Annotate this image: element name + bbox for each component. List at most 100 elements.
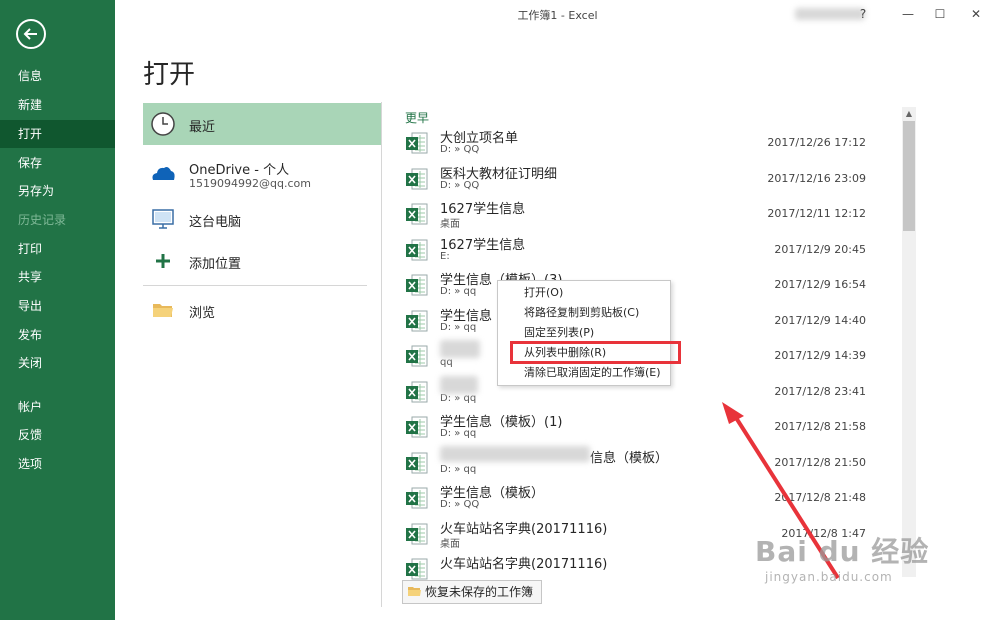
nav-open[interactable]: 打开 bbox=[0, 120, 115, 148]
recover-unsaved-button[interactable]: 恢复未保存的工作簿 bbox=[402, 580, 543, 604]
excel-file-icon bbox=[406, 239, 428, 260]
location-label: 添加位置 bbox=[189, 257, 242, 272]
excel-file-icon bbox=[406, 523, 428, 544]
nav-share[interactable]: 共享 bbox=[0, 263, 115, 291]
file-name: 信息（模板） bbox=[590, 450, 669, 466]
folder-icon bbox=[153, 304, 173, 317]
nav-feedback[interactable]: 反馈 bbox=[0, 421, 115, 449]
location-browse[interactable]: 浏览 bbox=[143, 289, 381, 331]
file-path: D: » qq bbox=[440, 392, 477, 404]
nav-new[interactable]: 新建 bbox=[0, 91, 115, 119]
excel-file-icon bbox=[406, 558, 428, 580]
excel-file-icon bbox=[406, 345, 428, 367]
recent-file-row[interactable]: 1627学生信息 桌面 2017/12/11 12:12 bbox=[400, 196, 894, 231]
excel-file-icon bbox=[406, 452, 428, 473]
location-sublabel: 1519094992@qq.com bbox=[189, 177, 311, 190]
clock-icon bbox=[151, 112, 175, 136]
title-bar: 工作簿1 - Excel ? — ☐ ✕ bbox=[115, 0, 1000, 28]
location-label: 浏览 bbox=[189, 306, 216, 321]
context-open[interactable]: 打开(O) bbox=[498, 283, 670, 303]
file-path: D: » qq bbox=[440, 321, 477, 333]
excel-file-icon bbox=[406, 132, 428, 154]
nav-export[interactable]: 导出 bbox=[0, 292, 115, 320]
nav-account[interactable]: 帐户 bbox=[0, 393, 115, 421]
nav-save[interactable]: 保存 bbox=[0, 149, 115, 177]
recent-file-row[interactable]: 医科大教材征订明细 D: » QQ 2017/12/16 23:09 bbox=[400, 161, 894, 196]
nav-publish[interactable]: 发布 bbox=[0, 321, 115, 349]
location-add-place[interactable]: 添加位置 bbox=[143, 240, 381, 282]
file-path: D: » QQ bbox=[440, 144, 480, 155]
file-path: qq bbox=[440, 357, 453, 368]
nav-print[interactable]: 打印 bbox=[0, 235, 115, 263]
page-title: 打开 bbox=[143, 60, 196, 90]
file-name: 1627学生信息 bbox=[440, 237, 526, 253]
file-path: E: bbox=[440, 250, 450, 262]
file-name: 火车站站名字典(20171116) bbox=[440, 557, 608, 572]
file-path: D: » QQ bbox=[440, 499, 480, 510]
blurred-filename bbox=[440, 340, 480, 358]
scroll-up-arrow[interactable]: ▲ bbox=[902, 107, 916, 121]
location-this-pc[interactable]: 这台电脑 bbox=[143, 198, 381, 240]
file-date: 2017/12/16 23:09 bbox=[767, 171, 866, 185]
folder-icon bbox=[408, 587, 421, 596]
file-date: 2017/12/11 12:12 bbox=[767, 207, 866, 220]
file-path: D: » QQ bbox=[440, 179, 480, 191]
nav-info[interactable]: 信息 bbox=[0, 62, 115, 90]
blurred-filename bbox=[440, 446, 590, 462]
help-button[interactable]: ? bbox=[849, 4, 877, 24]
file-path: 桌面 bbox=[440, 219, 460, 230]
location-divider bbox=[143, 285, 367, 286]
file-date: 2017/12/9 14:39 bbox=[774, 349, 866, 362]
back-button[interactable] bbox=[16, 19, 46, 49]
scrollbar-thumb[interactable] bbox=[903, 121, 915, 231]
context-clear-unpinned[interactable]: 清除已取消固定的工作簿(E) bbox=[498, 363, 670, 383]
excel-file-icon bbox=[406, 274, 428, 296]
nav-close[interactable]: 关闭 bbox=[0, 349, 115, 377]
excel-file-icon bbox=[406, 381, 428, 402]
panel-divider bbox=[381, 102, 382, 607]
minimize-button[interactable]: — bbox=[894, 4, 922, 24]
maximize-button[interactable]: ☐ bbox=[926, 4, 954, 24]
file-path: 桌面 bbox=[440, 538, 460, 550]
file-path: D: » qq bbox=[440, 286, 477, 297]
annotation-highlight-box bbox=[510, 341, 681, 364]
file-date: 2017/12/9 14:40 bbox=[774, 313, 866, 327]
file-path: D: » qq bbox=[440, 428, 477, 439]
context-copy-path[interactable]: 将路径复制到剪贴板(C) bbox=[498, 303, 670, 323]
location-onedrive[interactable]: OneDrive - 个人 1519094992@qq.com bbox=[143, 153, 381, 195]
plus-icon bbox=[156, 254, 170, 268]
file-date: 2017/12/8 23:41 bbox=[774, 384, 866, 398]
file-path: D: » qq bbox=[440, 463, 477, 475]
location-label: OneDrive - 个人 bbox=[189, 163, 290, 178]
excel-file-icon bbox=[406, 168, 428, 189]
location-recent[interactable]: 最近 bbox=[143, 103, 381, 145]
blurred-filename bbox=[440, 376, 478, 394]
file-date: 2017/12/9 20:45 bbox=[774, 242, 866, 256]
excel-file-icon bbox=[406, 487, 428, 509]
recent-file-row[interactable]: 1627学生信息 E: 2017/12/9 20:45 bbox=[400, 232, 894, 267]
file-date: 2017/12/8 21:50 bbox=[774, 455, 866, 469]
location-label: 最近 bbox=[189, 120, 216, 135]
context-menu: 打开(O) 将路径复制到剪贴板(C) 固定至列表(P) 从列表中删除(R) 清除… bbox=[497, 280, 671, 386]
excel-file-icon bbox=[406, 310, 428, 331]
file-date: 2017/12/9 16:54 bbox=[774, 278, 866, 291]
nav-history[interactable]: 历史记录 bbox=[0, 206, 115, 234]
excel-file-icon bbox=[406, 416, 428, 438]
file-date: 2017/12/8 21:48 bbox=[774, 491, 866, 504]
cloud-icon bbox=[152, 167, 175, 180]
recent-file-row[interactable]: 学生信息（模板） D: » QQ 2017/12/8 21:48 bbox=[400, 480, 894, 515]
backstage-sidebar: 信息 新建 打开 保存 另存为 历史记录 打印 共享 导出 发布 关闭 帐户 反… bbox=[0, 0, 115, 620]
recent-file-row[interactable]: 大创立项名单 D: » QQ 2017/12/26 17:12 bbox=[400, 125, 894, 160]
watermark-logo: Bai du 经验 bbox=[755, 535, 930, 568]
file-date: 2017/12/26 17:12 bbox=[767, 136, 866, 149]
close-window-button[interactable]: ✕ bbox=[962, 4, 990, 24]
file-date: 2017/12/8 21:58 bbox=[774, 420, 866, 433]
nav-save-as[interactable]: 另存为 bbox=[0, 177, 115, 205]
section-heading-older: 更早 bbox=[405, 111, 430, 125]
recover-label: 恢复未保存的工作簿 bbox=[425, 585, 534, 599]
context-pin[interactable]: 固定至列表(P) bbox=[498, 323, 670, 343]
nav-options[interactable]: 选项 bbox=[0, 450, 115, 478]
recent-file-row[interactable]: 学生信息（模板）(1) D: » qq 2017/12/8 21:58 bbox=[400, 409, 894, 444]
excel-file-icon bbox=[406, 203, 428, 225]
baidu-watermark: Bai du 经验 jingyan.baidu.com bbox=[755, 530, 929, 584]
